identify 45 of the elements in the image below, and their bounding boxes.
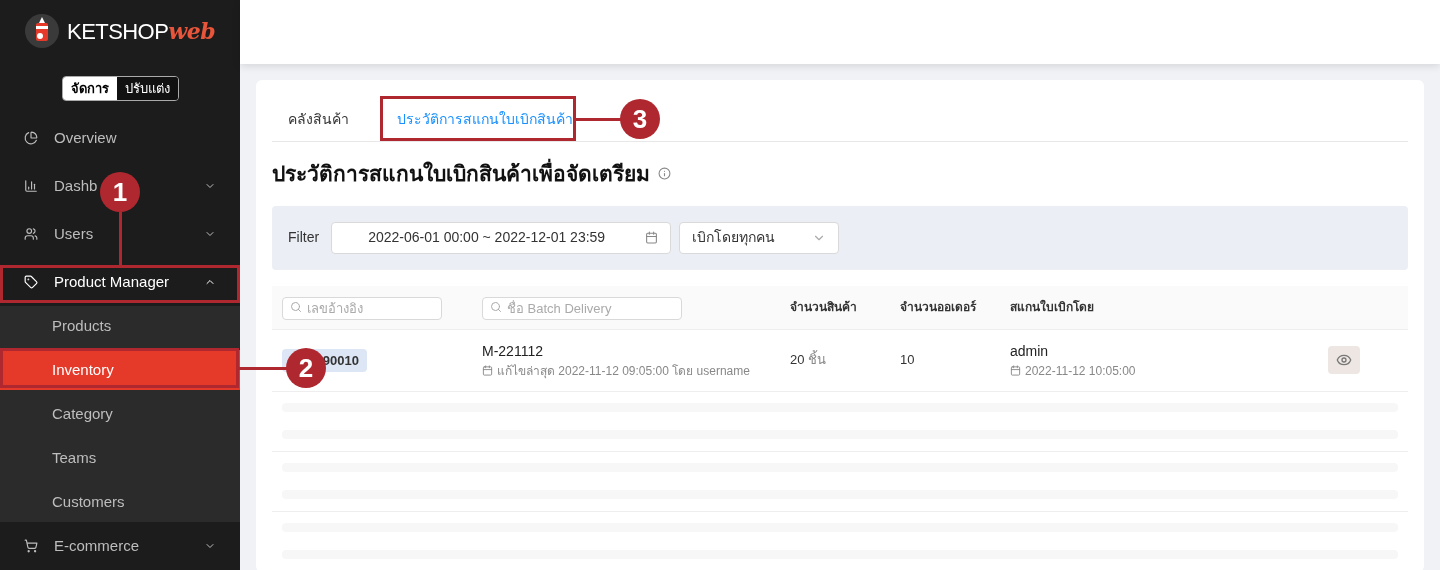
cart-icon	[24, 539, 38, 553]
calendar-icon	[1010, 365, 1021, 376]
sidebar-item[interactable]: Overview	[54, 128, 117, 146]
sidebar-item[interactable]: Product Manager	[54, 272, 170, 290]
submenu-item[interactable]: Products	[0, 306, 240, 346]
search-field[interactable]: ชื่อ Batch Delivery	[482, 296, 682, 320]
sidebar-item[interactable]: E-commerce	[54, 536, 139, 554]
brand-name: KETSHOPweb	[67, 16, 215, 46]
quantity-cell-text: 20 ชิ้น	[790, 350, 828, 370]
scanner-name: admin	[1010, 341, 1050, 361]
mode-switch-option[interactable]: ปรับแต่ง	[116, 76, 178, 101]
submenu-item[interactable]: Category	[0, 394, 240, 434]
submenu-item[interactable]: Teams	[0, 438, 240, 478]
batch-name: M-221112	[482, 341, 544, 361]
sidebar-item[interactable]: Users	[54, 224, 94, 242]
callout-line	[119, 212, 122, 265]
filter-label: Filter	[288, 228, 320, 247]
column-header: สแกนใบเบิกโดย	[1010, 298, 1095, 316]
calendar-icon	[482, 365, 493, 376]
submenu-item[interactable]: Customers	[0, 482, 240, 522]
search-field[interactable]: เลขอ้างอิง	[282, 296, 442, 320]
search-icon	[490, 300, 502, 313]
scanned-time: 2022-11-12 10:05:00	[1025, 362, 1136, 380]
info-icon	[658, 167, 671, 181]
column-header: จำนวนสินค้า	[790, 299, 858, 316]
picker-select[interactable]: เบิกโดยทุกคน	[679, 221, 840, 254]
tag-icon	[24, 275, 38, 289]
callout-line	[576, 118, 622, 121]
tab[interactable]: คลังสินค้า	[272, 97, 365, 141]
view-button[interactable]	[1328, 346, 1360, 374]
bar-chart-icon	[24, 179, 38, 193]
sidebar-item[interactable]: Dashb	[54, 176, 98, 194]
users-icon	[24, 227, 38, 241]
eye-icon	[1336, 352, 1352, 368]
date-range-field[interactable]: 2022-06-01 00:00 ~ 2022-12-01 23:59	[331, 221, 672, 254]
page-heading: ประวัติการสแกนใบเบิกสินค้าเพื่อจัดเตรียม	[272, 158, 650, 190]
logo-icon	[25, 14, 59, 49]
calendar-icon	[645, 231, 659, 244]
search-icon	[290, 300, 302, 313]
column-header: จำนวนออเดอร์	[900, 299, 978, 316]
orders-cell-text: 10	[900, 351, 916, 370]
pie-chart-icon	[24, 131, 38, 145]
last-edited-text: แก้ไขล่าสุด 2022-11-12 09:05:00 โดย username	[497, 362, 750, 380]
mode-switch-option[interactable]: จัดการ	[62, 76, 117, 101]
callout-line	[239, 367, 287, 370]
